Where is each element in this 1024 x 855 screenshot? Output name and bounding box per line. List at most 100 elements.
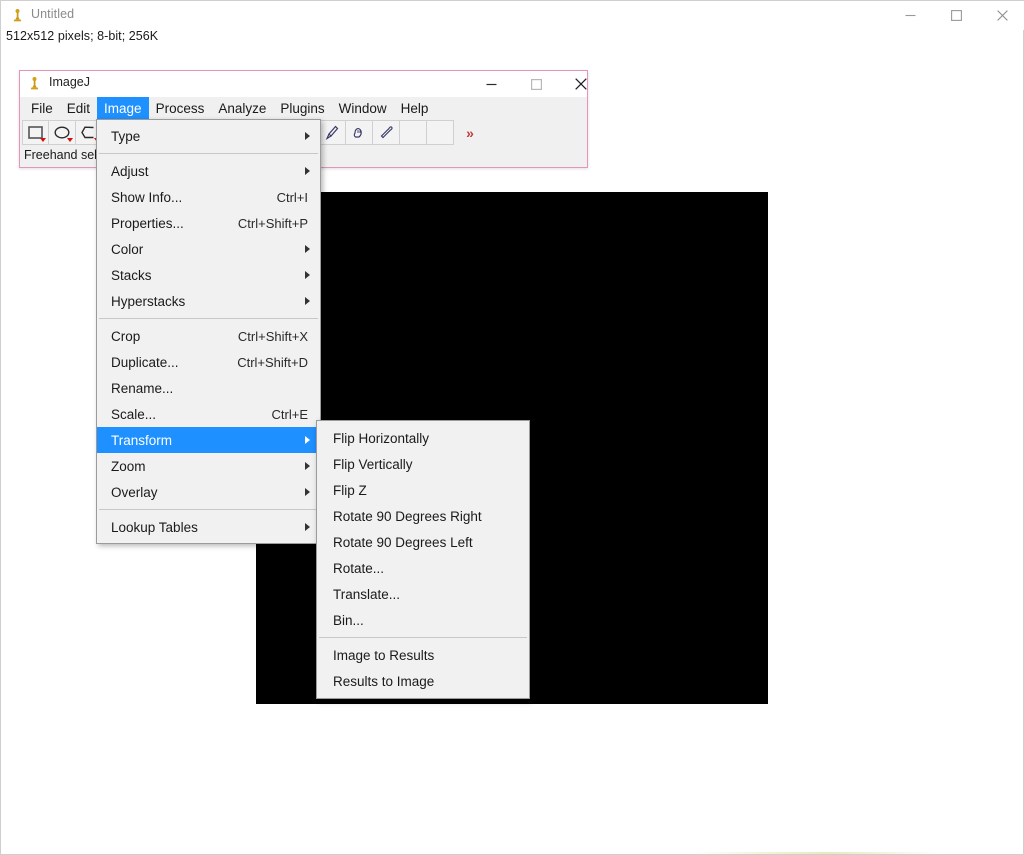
menu-item-duplicate[interactable]: Duplicate... Ctrl+Shift+D (97, 349, 320, 375)
desktop-title: Untitled (31, 7, 74, 21)
menu-item-label: Rotate 90 Degrees Left (333, 535, 473, 550)
menu-item-properties[interactable]: Properties... Ctrl+Shift+P (97, 210, 320, 236)
menubar-item-plugins[interactable]: Plugins (273, 97, 331, 119)
submenu-item-results-to-image[interactable]: Results to Image (317, 668, 529, 694)
menu-item-label: Hyperstacks (111, 294, 185, 309)
menu-item-lookup-tables[interactable]: Lookup Tables (97, 514, 320, 540)
menu-separator (319, 637, 527, 638)
menu-item-label: Rotate 90 Degrees Right (333, 509, 482, 524)
menu-item-label: Color (111, 242, 143, 257)
chevron-right-icon (305, 488, 310, 496)
rectangle-selection-tool[interactable] (22, 120, 49, 145)
menu-item-label: Bin... (333, 613, 364, 628)
imagej-minimize-button[interactable] (469, 71, 513, 97)
menu-item-label: Duplicate... (111, 355, 179, 370)
submenu-item-translate[interactable]: Translate... (317, 581, 529, 607)
menu-item-scale[interactable]: Scale... Ctrl+E (97, 401, 320, 427)
desktop-titlebar: Untitled (1, 1, 1024, 30)
empty-tool-slot-1[interactable] (400, 120, 427, 145)
menu-item-label: Translate... (333, 587, 400, 602)
imagej-close-button[interactable] (559, 71, 603, 97)
menu-separator (99, 318, 318, 319)
menu-item-show-info[interactable]: Show Info... Ctrl+I (97, 184, 320, 210)
imagej-maximize-button[interactable] (514, 71, 558, 97)
menu-item-label: Crop (111, 329, 140, 344)
imagej-titlebar[interactable]: ImageJ (20, 71, 587, 97)
brush-tool[interactable] (319, 120, 346, 145)
menu-item-color[interactable]: Color (97, 236, 320, 262)
chevron-down-icon (67, 138, 73, 142)
transform-submenu: Flip Horizontally Flip Vertically Flip Z… (316, 420, 530, 699)
desktop-minimize-button[interactable] (887, 1, 933, 30)
menu-item-type[interactable]: Type (97, 123, 320, 149)
imagej-title: ImageJ (49, 75, 90, 89)
menu-item-label: Show Info... (111, 190, 182, 205)
menu-item-shortcut: Ctrl+E (272, 407, 310, 422)
menu-item-label: Properties... (111, 216, 184, 231)
dropper-tool[interactable] (373, 120, 400, 145)
menu-item-rename[interactable]: Rename... (97, 375, 320, 401)
menu-separator (99, 153, 318, 154)
menu-item-hyperstacks[interactable]: Hyperstacks (97, 288, 320, 314)
menu-separator (99, 509, 318, 510)
menu-item-label: Zoom (111, 459, 146, 474)
chevron-right-icon (305, 523, 310, 531)
submenu-item-flip-horizontally[interactable]: Flip Horizontally (317, 425, 529, 451)
submenu-item-rotate-90-left[interactable]: Rotate 90 Degrees Left (317, 529, 529, 555)
chevron-right-icon (305, 167, 310, 175)
chevron-right-icon (305, 132, 310, 140)
menu-item-shortcut: Ctrl+Shift+X (238, 329, 310, 344)
menu-item-overlay[interactable]: Overlay (97, 479, 320, 505)
chevron-right-icon (305, 297, 310, 305)
submenu-item-rotate[interactable]: Rotate... (317, 555, 529, 581)
chevron-right-icon (305, 462, 310, 470)
menu-item-label: Rotate... (333, 561, 384, 576)
menu-item-transform[interactable]: Transform (97, 427, 320, 453)
submenu-item-flip-z[interactable]: Flip Z (317, 477, 529, 503)
menu-item-shortcut: Ctrl+Shift+P (238, 216, 310, 231)
menu-item-label: Transform (111, 433, 172, 448)
menu-item-shortcut: Ctrl+Shift+D (237, 355, 310, 370)
menu-item-label: Overlay (111, 485, 158, 500)
submenu-item-flip-vertically[interactable]: Flip Vertically (317, 451, 529, 477)
menubar-item-process[interactable]: Process (149, 97, 212, 119)
menu-item-crop[interactable]: Crop Ctrl+Shift+X (97, 323, 320, 349)
menubar-item-edit[interactable]: Edit (60, 97, 97, 119)
chevron-right-icon (305, 245, 310, 253)
menubar-item-help[interactable]: Help (394, 97, 436, 119)
menu-item-label: Results to Image (333, 674, 434, 689)
oval-selection-tool[interactable] (49, 120, 76, 145)
desktop-window: Untitled 512x512 pixels; 8-bit; 256K (0, 0, 1024, 855)
menu-item-label: Image to Results (333, 648, 434, 663)
menu-item-label: Flip Vertically (333, 457, 413, 472)
menu-item-label: Flip Horizontally (333, 431, 429, 446)
menubar-item-image[interactable]: Image (97, 97, 149, 119)
menu-item-label: Stacks (111, 268, 152, 283)
submenu-item-image-to-results[interactable]: Image to Results (317, 642, 529, 668)
menu-item-label: Rename... (111, 381, 173, 396)
menu-item-zoom[interactable]: Zoom (97, 453, 320, 479)
desktop-close-button[interactable] (979, 1, 1024, 30)
microscope-icon (27, 76, 42, 91)
chevron-right-icon (305, 271, 310, 279)
menu-item-label: Flip Z (333, 483, 367, 498)
submenu-item-bin[interactable]: Bin... (317, 607, 529, 633)
paint-bucket-tool[interactable] (346, 120, 373, 145)
submenu-item-rotate-90-right[interactable]: Rotate 90 Degrees Right (317, 503, 529, 529)
microscope-icon (10, 8, 25, 23)
menu-item-label: Scale... (111, 407, 156, 422)
menubar-item-window[interactable]: Window (332, 97, 394, 119)
more-tools-chevron-icon[interactable]: » (454, 120, 486, 145)
chevron-right-icon (305, 436, 310, 444)
menu-item-shortcut: Ctrl+I (277, 190, 310, 205)
bottom-accent-line (691, 852, 941, 854)
menubar-item-file[interactable]: File (24, 97, 60, 119)
menu-item-label: Lookup Tables (111, 520, 198, 535)
more-tools-label: » (466, 125, 474, 141)
menu-item-stacks[interactable]: Stacks (97, 262, 320, 288)
menu-item-adjust[interactable]: Adjust (97, 158, 320, 184)
desktop-maximize-button[interactable] (933, 1, 979, 30)
menu-item-label: Adjust (111, 164, 149, 179)
menubar-item-analyze[interactable]: Analyze (211, 97, 273, 119)
empty-tool-slot-2[interactable] (427, 120, 454, 145)
